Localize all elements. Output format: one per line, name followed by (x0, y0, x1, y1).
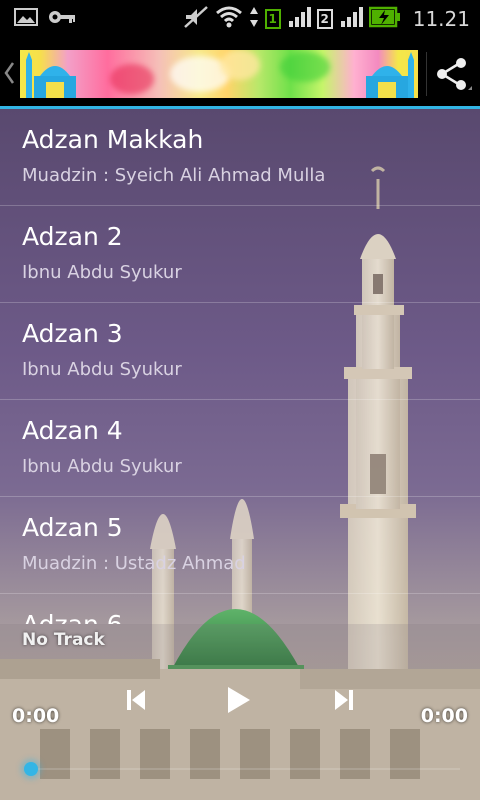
share-icon[interactable] (432, 54, 472, 94)
next-button[interactable] (326, 684, 362, 720)
track-subtitle: Ibnu Abdu Syukur (22, 262, 182, 283)
content-area: Adzan Makkah Muadzin : Syeich Ali Ahmad … (0, 109, 480, 800)
action-bar (0, 38, 480, 109)
previous-button[interactable] (118, 684, 154, 720)
seek-thumb[interactable] (24, 762, 38, 776)
track-title: Adzan 3 (22, 319, 123, 348)
total-time: 0:00 (420, 705, 468, 727)
seek-bar[interactable] (14, 754, 466, 784)
wifi-icon (215, 5, 243, 33)
list-item[interactable]: Adzan 6 (0, 594, 480, 624)
track-subtitle: Muadzin : Syeich Ali Ahmad Mulla (22, 165, 326, 186)
action-divider (426, 52, 427, 96)
list-item[interactable]: Adzan Makkah Muadzin : Syeich Ali Ahmad … (0, 109, 480, 206)
gallery-icon (14, 7, 38, 31)
key-icon (48, 9, 76, 29)
data-arrows-icon (249, 5, 259, 33)
battery-charging-icon (368, 6, 401, 32)
sim1-badge: 1 (264, 9, 281, 29)
previous-icon (124, 688, 148, 716)
muted-icon (183, 5, 209, 33)
status-bar: 1 2 11.21 (0, 0, 480, 38)
track-subtitle: Muadzin : Ustadz Ahmad (22, 553, 246, 574)
list-item[interactable]: Adzan 4 Ibnu Abdu Syukur (0, 400, 480, 497)
status-time: 11.21 (412, 7, 470, 31)
seek-track (30, 768, 460, 770)
track-title: Adzan Makkah (22, 125, 204, 154)
track-subtitle: Ibnu Abdu Syukur (22, 456, 182, 477)
list-item[interactable]: Adzan 3 Ibnu Abdu Syukur (0, 303, 480, 400)
media-player: No Track 0:00 0:00 (0, 624, 480, 800)
list-item[interactable]: Adzan 5 Muadzin : Ustadz Ahmad (0, 497, 480, 594)
chevron-left-icon[interactable] (2, 60, 16, 86)
signal-icon (339, 5, 363, 33)
track-list: Adzan Makkah Muadzin : Syeich Ali Ahmad … (0, 109, 480, 624)
list-item[interactable]: Adzan 2 Ibnu Abdu Syukur (0, 206, 480, 303)
now-playing-label: No Track (22, 630, 105, 650)
track-title: Adzan 4 (22, 416, 123, 445)
track-title: Adzan 2 (22, 222, 123, 251)
mosque-right-icon (366, 52, 414, 98)
elapsed-time: 0:00 (12, 705, 60, 727)
play-icon (224, 685, 252, 719)
signal-icon (287, 5, 311, 33)
track-subtitle: Ibnu Abdu Syukur (22, 359, 182, 380)
mosque-left-icon (26, 52, 76, 98)
mosque-banner[interactable] (20, 50, 418, 98)
track-title: Adzan 5 (22, 513, 123, 542)
next-icon (332, 688, 356, 716)
sim2-badge: 2 (316, 9, 333, 29)
play-button[interactable] (220, 684, 256, 720)
track-title: Adzan 6 (22, 610, 123, 624)
